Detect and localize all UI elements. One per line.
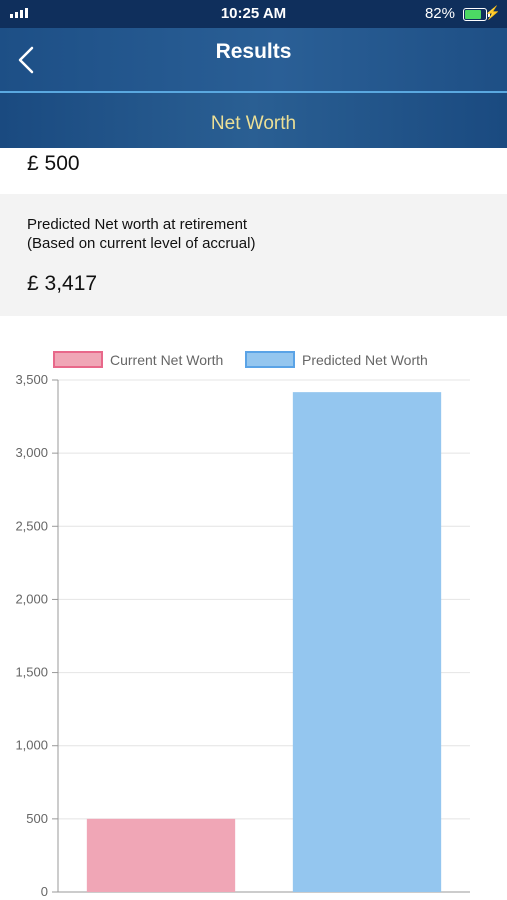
battery-percent: 82% (424, 5, 455, 22)
predicted-net-worth-bar (292, 392, 442, 892)
legend-swatch (53, 351, 103, 368)
net-worth-chart: 0 500 1,000 1,500 2,000 2,500 3,000 3,500 Curren… (0, 330, 507, 900)
current-net-worth-bar (86, 818, 236, 892)
bar-chart-svg: 0 500 1,000 1,500 2,000 2,500 3,000 3,500 Curren… (15, 351, 470, 899)
page-title: Results (215, 40, 292, 63)
predicted-sublabel: (Based on current level of accrual) (27, 235, 256, 252)
charging-bolt-icon: ⚡ (484, 5, 501, 20)
status-bar: 10:25 AM 82% ⚡ (0, 0, 507, 28)
predicted-label: Predicted Net worth at retirement (27, 216, 248, 233)
y-tick-label: 500 (26, 811, 48, 826)
y-tick-label: 2,000 (15, 591, 48, 606)
battery-icon (463, 8, 490, 21)
legend-label: Predicted Net Worth (302, 352, 428, 368)
section-header: Net Worth (0, 93, 507, 148)
nav-bar: Results (0, 28, 507, 92)
y-tick-label: 0 (41, 884, 48, 899)
section-title: Net Worth (210, 113, 297, 134)
y-tick-label: 3,000 (15, 445, 48, 460)
predicted-net-worth-value: £ 3,417 (27, 272, 98, 295)
legend-swatch (245, 351, 295, 368)
y-tick-label: 1,000 (15, 738, 48, 753)
legend-label: Current Net Worth (110, 352, 223, 368)
battery-level-fill (465, 10, 481, 19)
y-tick-label: 1,500 (15, 665, 48, 680)
predicted-net-worth-card: Predicted Net worth at retirement (Based… (0, 194, 507, 316)
current-net-worth-value: £ 500 (27, 152, 80, 175)
y-tick-label: 2,500 (15, 518, 48, 533)
y-tick-label: 3,500 (15, 372, 48, 387)
